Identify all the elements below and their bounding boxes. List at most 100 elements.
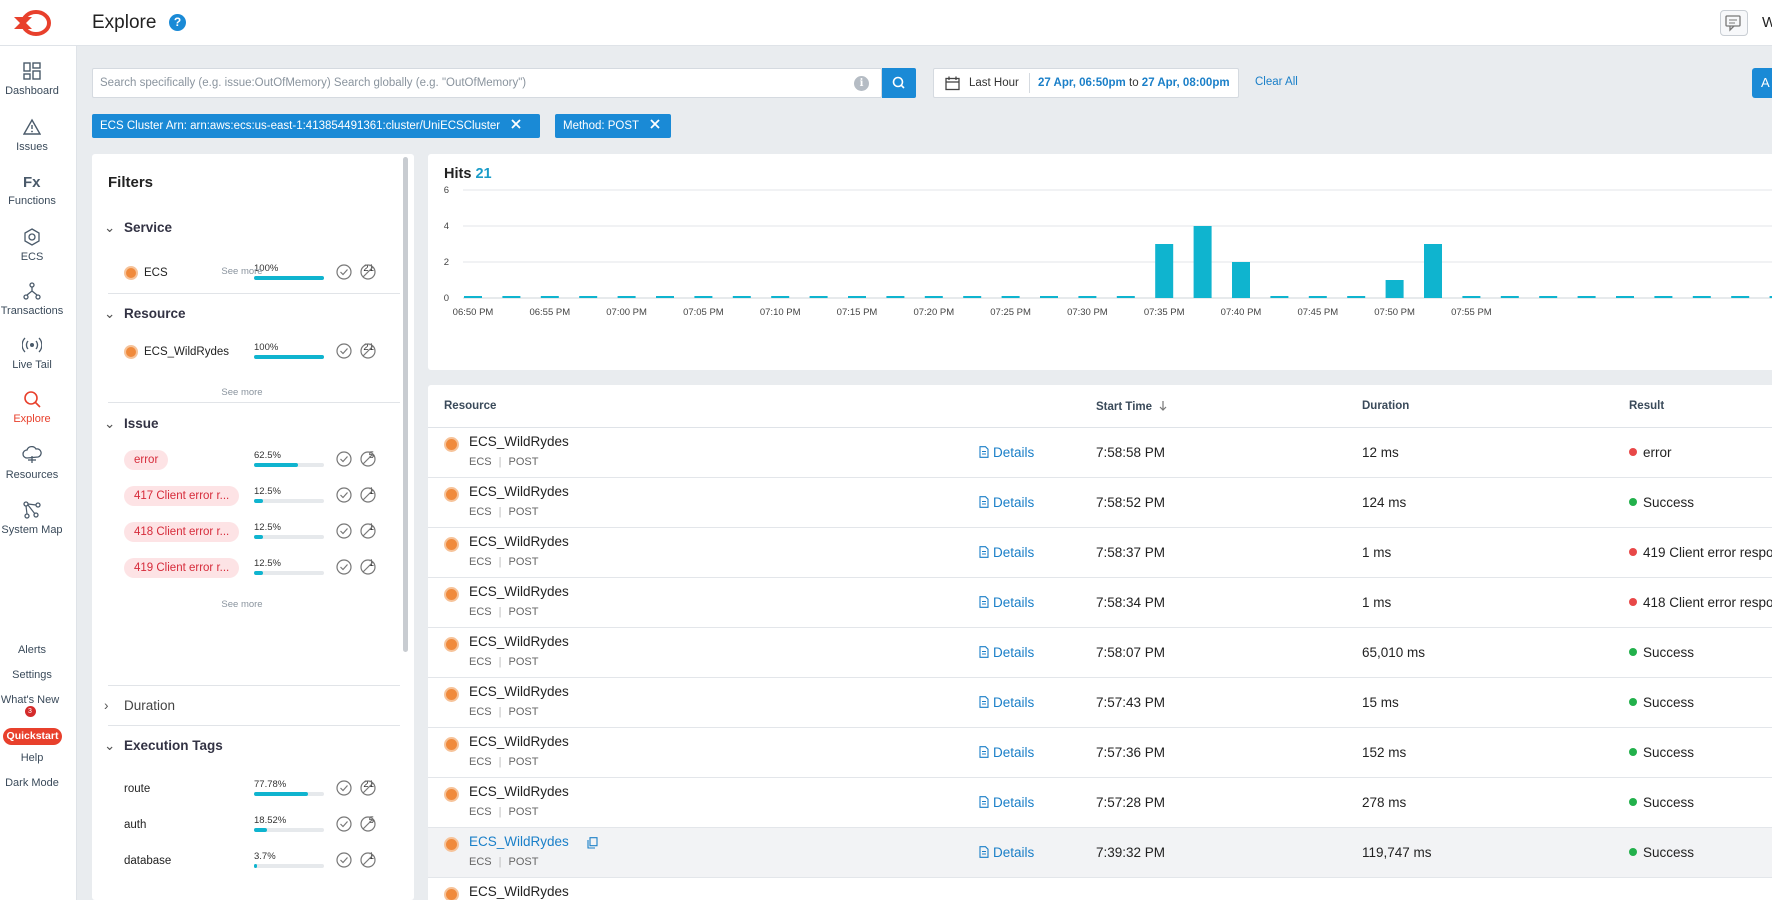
include-check-icon[interactable]: [336, 343, 352, 359]
apply-button[interactable]: A: [1752, 68, 1772, 98]
ecs-resource-icon: [444, 637, 459, 652]
details-link[interactable]: Details: [979, 545, 1034, 560]
nav-explore[interactable]: Explore: [0, 390, 64, 425]
table-row[interactable]: ECS_WildRydes ECS | POST Details 7:58:07 PM 65…: [428, 628, 1772, 678]
see-more-link[interactable]: See more: [212, 599, 272, 610]
exclude-icon[interactable]: [360, 487, 376, 503]
resource-name[interactable]: ECS_WildRydes: [469, 584, 569, 599]
filter-chip-cluster-arn[interactable]: ECS Cluster Arn: arn:aws:ecs:us-east-1:4…: [92, 114, 540, 138]
quickstart-button[interactable]: Quickstart: [3, 728, 62, 745]
nav-live-tail[interactable]: Live Tail: [0, 336, 64, 371]
exclude-icon[interactable]: [360, 559, 376, 575]
chat-icon[interactable]: [1720, 10, 1748, 36]
filters-scrollbar[interactable]: [403, 157, 408, 652]
fx-icon: Fx: [23, 174, 41, 190]
details-link[interactable]: Details: [979, 595, 1034, 610]
nav-functions[interactable]: Fx Functions: [0, 172, 64, 207]
status-dot: [1629, 648, 1637, 656]
include-check-icon[interactable]: [336, 264, 352, 280]
table-row[interactable]: ECS_WildRydes ECS | POST Details 7:58:34 PM 1 …: [428, 578, 1772, 628]
resource-name[interactable]: ECS_WildRydes: [469, 634, 569, 649]
resource-name[interactable]: ECS_WildRydes: [469, 534, 569, 549]
include-check-icon[interactable]: [336, 852, 352, 868]
table-row[interactable]: ECS_WildRydes ECS | POST Details 7:58:52 PM 12…: [428, 478, 1772, 528]
resource-name[interactable]: ECS_WildRydes: [469, 884, 569, 899]
details-link[interactable]: Details: [979, 745, 1034, 760]
date-range-picker[interactable]: Last Hour 27 Apr, 06:50pm to 27 Apr, 08:…: [933, 68, 1239, 98]
resource-name[interactable]: ECS_WildRydes: [469, 484, 569, 499]
nav-dashboard[interactable]: Dashboard: [0, 62, 64, 97]
table-row[interactable]: ECS_WildRydes: [428, 878, 1772, 900]
details-link[interactable]: Details: [979, 495, 1034, 510]
close-icon[interactable]: [649, 118, 661, 130]
resource-name[interactable]: ECS_WildRydes: [469, 734, 569, 749]
user-menu[interactable]: W: [1762, 14, 1772, 31]
resource-name[interactable]: ECS_WildRydes: [469, 434, 569, 449]
search-button[interactable]: [882, 68, 916, 98]
include-check-icon[interactable]: [336, 816, 352, 832]
service-label: ECS: [469, 856, 492, 868]
nav-resources[interactable]: Resources: [0, 446, 64, 481]
column-header-resource[interactable]: Resource: [444, 400, 496, 412]
details-link[interactable]: Details: [979, 795, 1034, 810]
nav-alerts[interactable]: Alerts: [0, 644, 64, 656]
nav-ecs[interactable]: ECS: [0, 228, 64, 263]
exclude-icon[interactable]: [360, 264, 376, 280]
resource-name[interactable]: ECS_WildRydes: [469, 784, 569, 799]
section-service[interactable]: ⌄ Service: [104, 220, 172, 236]
table-row[interactable]: ECS_WildRydes ECS | POST Details 7:57:28 PM 27…: [428, 778, 1772, 828]
details-link[interactable]: Details: [979, 445, 1034, 460]
nav-help[interactable]: Help: [0, 752, 64, 764]
nav-whats-new[interactable]: What's New 3: [0, 694, 62, 719]
column-header-duration[interactable]: Duration: [1362, 400, 1409, 412]
result-text: Success: [1643, 495, 1695, 510]
column-header-result[interactable]: Result: [1629, 400, 1664, 412]
nav-system-map[interactable]: System Map: [0, 501, 64, 536]
table-row[interactable]: ECS_WildRydes ECS | POST Details 7:58:58 PM 12…: [428, 428, 1772, 478]
include-check-icon[interactable]: [336, 780, 352, 796]
see-more-link[interactable]: See more: [212, 266, 272, 277]
search-input[interactable]: Search specifically (e.g. issue:OutOfMem…: [92, 68, 882, 98]
exclude-icon[interactable]: [360, 523, 376, 539]
ecs-service-icon: [124, 266, 138, 280]
include-check-icon[interactable]: [336, 451, 352, 467]
nav-transactions[interactable]: Transactions: [0, 282, 64, 317]
section-resource[interactable]: ⌄ Resource: [104, 306, 186, 322]
table-row[interactable]: ECS_WildRydes ECS | POST Details 7:57:36 PM 15…: [428, 728, 1772, 778]
question-icon[interactable]: ?: [169, 14, 186, 31]
nav-settings[interactable]: Settings: [0, 669, 64, 681]
include-check-icon[interactable]: [336, 523, 352, 539]
details-link[interactable]: Details: [979, 645, 1034, 660]
warning-icon: [23, 118, 41, 135]
copy-icon[interactable]: [587, 837, 598, 849]
exclude-icon[interactable]: [360, 780, 376, 796]
section-duration[interactable]: › Duration: [104, 698, 175, 713]
column-header-start-time[interactable]: Start Time: [1096, 400, 1168, 413]
filter-name: database: [124, 855, 172, 867]
app-logo[interactable]: [12, 10, 52, 36]
section-issue[interactable]: ⌄ Issue: [104, 416, 159, 432]
nav-issues[interactable]: Issues: [0, 118, 64, 153]
filter-chip-method[interactable]: Method: POST: [555, 114, 671, 138]
clear-all-link[interactable]: Clear All: [1255, 76, 1298, 88]
table-row[interactable]: ECS_WildRydes ECS | POST Details 7:39:32 PM 11…: [428, 828, 1772, 878]
close-icon[interactable]: [510, 118, 522, 130]
resource-name[interactable]: ECS_WildRydes: [469, 684, 569, 699]
chart-bar: [1078, 296, 1097, 298]
exclude-icon[interactable]: [360, 451, 376, 467]
details-link[interactable]: Details: [979, 695, 1034, 710]
table-row[interactable]: ECS_WildRydes ECS | POST Details 7:58:37 PM 1 …: [428, 528, 1772, 578]
include-check-icon[interactable]: [336, 487, 352, 503]
exclude-icon[interactable]: [360, 852, 376, 868]
info-icon[interactable]: i: [854, 76, 869, 91]
table-row[interactable]: ECS_WildRydes ECS | POST Details 7:57:43 PM 15…: [428, 678, 1772, 728]
resource-name[interactable]: ECS_WildRydes: [469, 834, 569, 849]
exclude-icon[interactable]: [360, 343, 376, 359]
include-check-icon[interactable]: [336, 559, 352, 575]
section-execution-tags[interactable]: ⌄ Execution Tags: [104, 738, 223, 754]
see-more-link[interactable]: See more: [212, 387, 272, 398]
exclude-icon[interactable]: [360, 816, 376, 832]
details-link[interactable]: Details: [979, 845, 1034, 860]
details-label: Details: [993, 545, 1035, 560]
dark-mode-toggle[interactable]: Dark Mode: [0, 777, 64, 789]
